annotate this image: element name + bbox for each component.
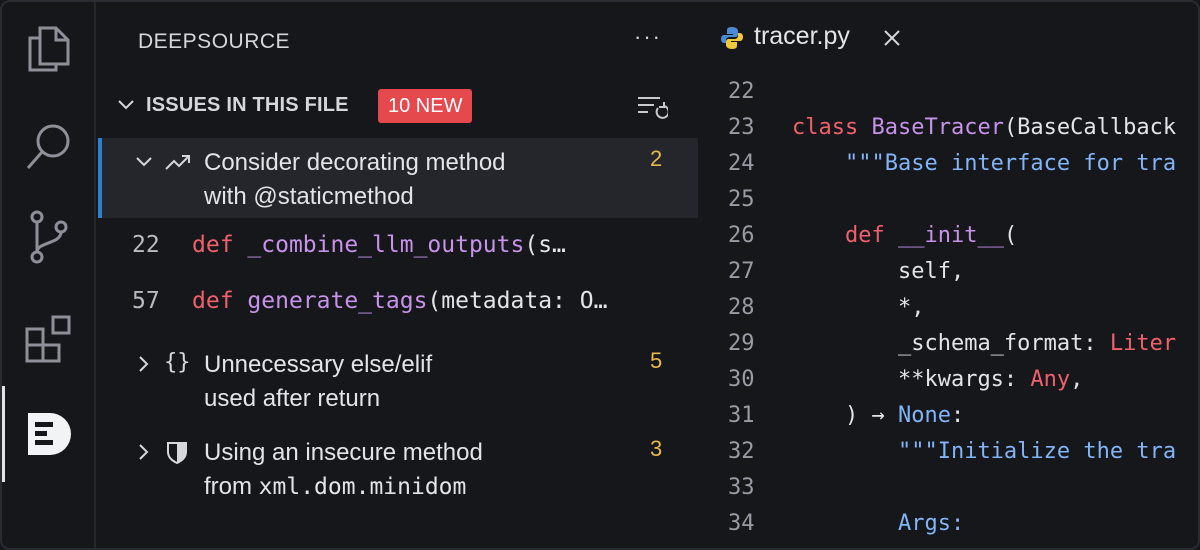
shield-icon xyxy=(167,442,187,464)
section-label: ISSUES IN THIS FILE xyxy=(146,94,349,116)
issue-item-insecure-method[interactable]: Using an insecure method from xml.dom.mi… xyxy=(98,428,698,508)
close-icon[interactable] xyxy=(882,28,902,48)
issue-item-else-after-return[interactable]: {} Unnecessary else/elif used after retu… xyxy=(98,340,698,420)
trending-up-icon xyxy=(165,155,190,170)
deepsource-panel: DEEPSOURCE ··· ISSUES IN THIS FILE 10 NE… xyxy=(98,2,698,548)
braces-icon: {} xyxy=(164,350,191,375)
extensions-icon[interactable] xyxy=(2,304,96,374)
issue-count: 3 xyxy=(650,436,663,461)
code-line: 24 """Base interface for tra xyxy=(728,151,1177,176)
occurrence-code: def _combine_llm_outputs(s… xyxy=(192,232,566,258)
occurrence-line-number: 22 xyxy=(132,232,160,258)
collapse-all-icon[interactable] xyxy=(636,94,668,120)
python-file-icon xyxy=(721,27,743,49)
code-line: 34 Args: xyxy=(728,511,965,536)
code-editor: tracer.py 22 23 class BaseTracer(BaseCall… xyxy=(698,2,1198,548)
tab-label: tracer.py xyxy=(754,22,850,50)
code-line: 28 *, xyxy=(728,295,925,320)
issue-count: 2 xyxy=(650,146,663,171)
chevron-right-icon xyxy=(139,444,149,460)
issue-title: Unnecessary else/elif used after return xyxy=(204,351,433,412)
occurrence-row[interactable]: 57 def generate_tags(metadata: O… xyxy=(98,275,698,327)
chevron-down-icon xyxy=(118,100,134,110)
chevron-right-icon xyxy=(139,356,149,372)
source-control-icon[interactable] xyxy=(2,202,96,272)
occurrence-code: def generate_tags(metadata: O… xyxy=(192,288,608,314)
new-issues-badge: 10 NEW xyxy=(378,89,473,123)
explorer-icon[interactable] xyxy=(2,14,96,84)
code-line: 25 xyxy=(728,187,755,212)
code-line: 31 ) → None: xyxy=(728,403,965,428)
issues-section-header[interactable]: ISSUES IN THIS FILE 10 NEW xyxy=(98,86,698,126)
issue-title: Using an insecure method from xml.dom.mi… xyxy=(204,439,483,500)
code-line: 26 def __init__( xyxy=(728,223,1018,248)
code-line: 27 self, xyxy=(728,259,965,284)
code-line: 29 _schema_format: Liter xyxy=(728,331,1177,356)
editor-window: DEEPSOURCE ··· ISSUES IN THIS FILE 10 NE… xyxy=(0,0,1200,550)
issue-item-staticmethod[interactable]: Consider decorating method with @staticm… xyxy=(98,138,698,218)
occurrence-row[interactable]: 22 def _combine_llm_outputs(s… xyxy=(98,219,698,271)
occurrence-line-number: 57 xyxy=(132,288,160,314)
code-area[interactable]: 22 23 class BaseTracer(BaseCallback 24 ""… xyxy=(698,74,1198,542)
code-line: 22 xyxy=(728,79,755,104)
code-line: 33 xyxy=(728,475,755,500)
code-line: 30 **kwargs: Any, xyxy=(728,367,1084,392)
tab-tracer-py[interactable]: tracer.py xyxy=(698,2,1198,74)
panel-title: DEEPSOURCE xyxy=(138,30,291,53)
search-icon[interactable] xyxy=(2,112,96,182)
issue-title: Consider decorating method with @staticm… xyxy=(204,149,506,210)
deepsource-icon[interactable] xyxy=(2,399,96,469)
code-line: 23 class BaseTracer(BaseCallback xyxy=(728,115,1177,140)
issue-count: 5 xyxy=(650,348,663,373)
more-actions-button[interactable]: ··· xyxy=(634,24,662,50)
chevron-down-icon xyxy=(136,157,152,167)
code-line: 32 """Initialize the tra xyxy=(728,439,1177,464)
activity-bar xyxy=(2,2,96,548)
